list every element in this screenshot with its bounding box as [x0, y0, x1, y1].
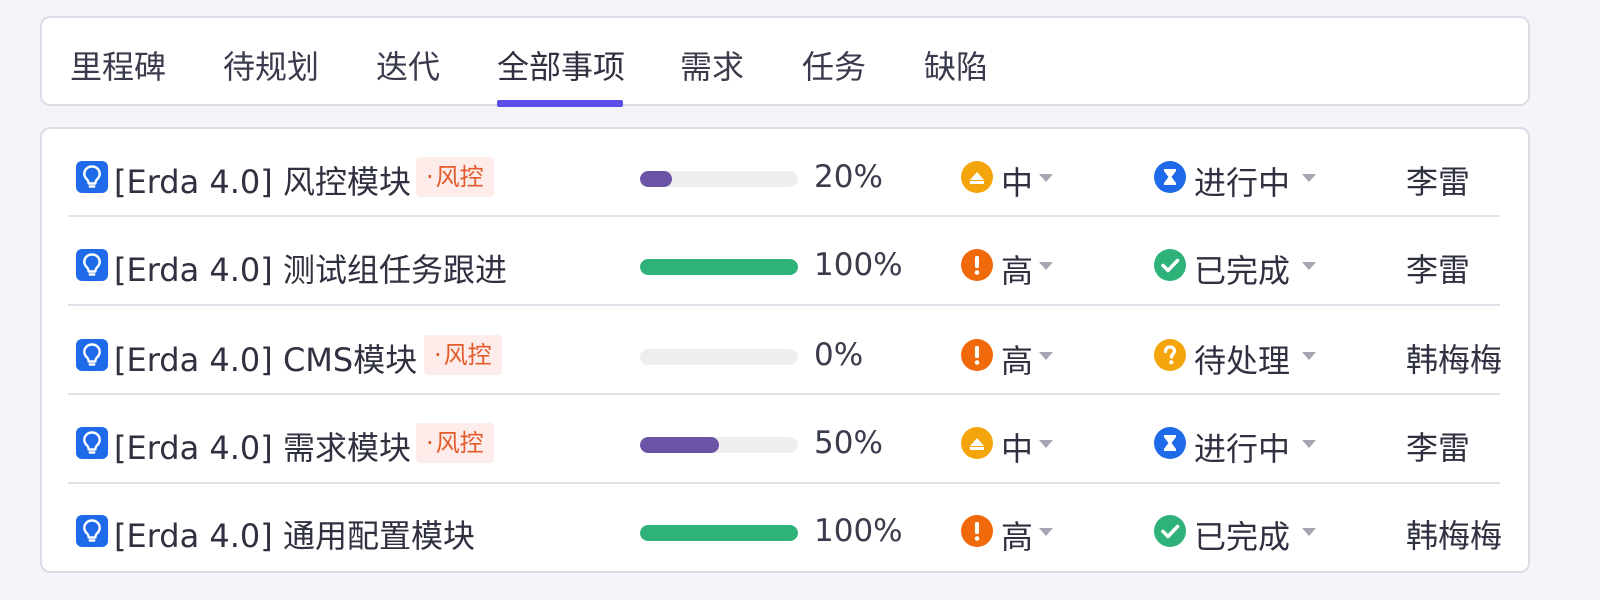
priority-label: 高 [1001, 518, 1034, 556]
progress-percent: 50% [814, 425, 883, 461]
priority-high-icon [961, 339, 993, 371]
hourglass-icon [1154, 427, 1186, 459]
tab-bar: 里程碑 待规划 迭代 全部事项 需求 任务 缺陷 [40, 16, 1530, 107]
requirement-type-icon [76, 339, 108, 371]
tab-requirements[interactable]: 需求 [680, 42, 744, 88]
tab-backlog[interactable]: 待规划 [223, 42, 319, 88]
priority-label: 中 [1001, 164, 1034, 202]
progress-bar [640, 171, 798, 187]
issue-title[interactable]: [Erda 4.0] 通用配置模块 [114, 511, 475, 557]
progress-bar [640, 349, 798, 365]
priority-label: 中 [1001, 430, 1034, 468]
issue-title[interactable]: [Erda 4.0] 测试组任务跟进 [114, 245, 507, 291]
assignee-name[interactable]: 李雷 [1406, 157, 1470, 203]
caret-down-icon [1302, 528, 1316, 536]
requirement-type-icon [76, 515, 108, 547]
status-label: 已完成 [1194, 252, 1291, 290]
issue-row[interactable]: [Erda 4.0] 测试组任务跟进 100% 高 已完成 李雷 [68, 219, 1500, 307]
status-label: 进行中 [1194, 430, 1291, 468]
assignee-name[interactable]: 李雷 [1406, 423, 1470, 469]
caret-down-icon [1039, 528, 1053, 536]
progress-percent: 100% [814, 247, 903, 283]
caret-down-icon [1039, 440, 1053, 448]
tab-milestone[interactable]: 里程碑 [70, 42, 166, 88]
issue-row[interactable]: [Erda 4.0] 风控模块风控 20% 中 进行中 李雷 [68, 131, 1500, 219]
priority-label: 高 [1001, 252, 1034, 290]
issue-title[interactable]: [Erda 4.0] 风控模块 [114, 157, 411, 203]
tab-all-issues[interactable]: 全部事项 [497, 42, 625, 88]
assignee-name[interactable]: 韩梅梅 [1406, 335, 1502, 381]
progress-bar [640, 525, 798, 541]
issue-row[interactable]: [Erda 4.0] 需求模块风控 50% 中 进行中 李雷 [68, 397, 1500, 485]
label-tag: 风控 [416, 157, 494, 197]
tab-iteration[interactable]: 迭代 [376, 42, 440, 88]
priority-high-icon [961, 515, 993, 547]
status-label: 待处理 [1194, 342, 1291, 380]
question-circle-icon [1154, 339, 1186, 371]
progress-bar [640, 259, 798, 275]
caret-down-icon [1039, 174, 1053, 182]
lightbulb-icon [83, 519, 101, 542]
issue-row[interactable]: [Erda 4.0] CMS模块风控 0% 高 待处理 韩梅梅 [68, 309, 1502, 397]
row-divider [68, 393, 1500, 395]
caret-down-icon [1302, 262, 1316, 270]
lightbulb-icon [83, 165, 101, 188]
progress-bar [640, 437, 798, 453]
lightbulb-icon [83, 343, 101, 366]
progress-percent: 0% [814, 337, 864, 373]
status-label: 已完成 [1194, 518, 1291, 556]
tab-bugs[interactable]: 缺陷 [924, 42, 988, 88]
tab-tasks[interactable]: 任务 [802, 42, 866, 88]
caret-down-icon [1039, 352, 1053, 360]
requirement-type-icon [76, 161, 108, 193]
issue-row[interactable]: [Erda 4.0] 通用配置模块 100% 高 已完成 韩梅梅 [68, 485, 1502, 573]
row-divider [68, 215, 1500, 217]
priority-medium-icon [961, 161, 993, 193]
progress-percent: 100% [814, 513, 903, 549]
progress-percent: 20% [814, 159, 883, 195]
assignee-name[interactable]: 李雷 [1406, 245, 1470, 291]
lightbulb-icon [83, 253, 101, 276]
lightbulb-icon [83, 431, 101, 454]
progress-bar-fill [640, 259, 798, 275]
requirement-type-icon [76, 249, 108, 281]
label-tag: 风控 [416, 423, 494, 463]
progress-bar-fill [640, 171, 672, 187]
active-tab-indicator [497, 100, 623, 107]
row-divider [68, 482, 1500, 484]
caret-down-icon [1302, 174, 1316, 182]
requirement-type-icon [76, 427, 108, 459]
check-circle-icon [1154, 249, 1186, 281]
caret-down-icon [1039, 262, 1053, 270]
assignee-name[interactable]: 韩梅梅 [1406, 511, 1502, 557]
progress-bar-fill [640, 525, 798, 541]
check-circle-icon [1154, 515, 1186, 547]
progress-bar-fill [640, 437, 719, 453]
caret-down-icon [1302, 440, 1316, 448]
priority-label: 高 [1001, 342, 1034, 380]
caret-down-icon [1302, 352, 1316, 360]
row-divider [68, 304, 1500, 306]
priority-medium-icon [961, 427, 993, 459]
status-label: 进行中 [1194, 164, 1291, 202]
priority-high-icon [961, 249, 993, 281]
label-tag: 风控 [424, 335, 502, 375]
hourglass-icon [1154, 161, 1186, 193]
issue-title[interactable]: [Erda 4.0] 需求模块 [114, 423, 411, 469]
issue-title[interactable]: [Erda 4.0] CMS模块 [114, 335, 417, 381]
